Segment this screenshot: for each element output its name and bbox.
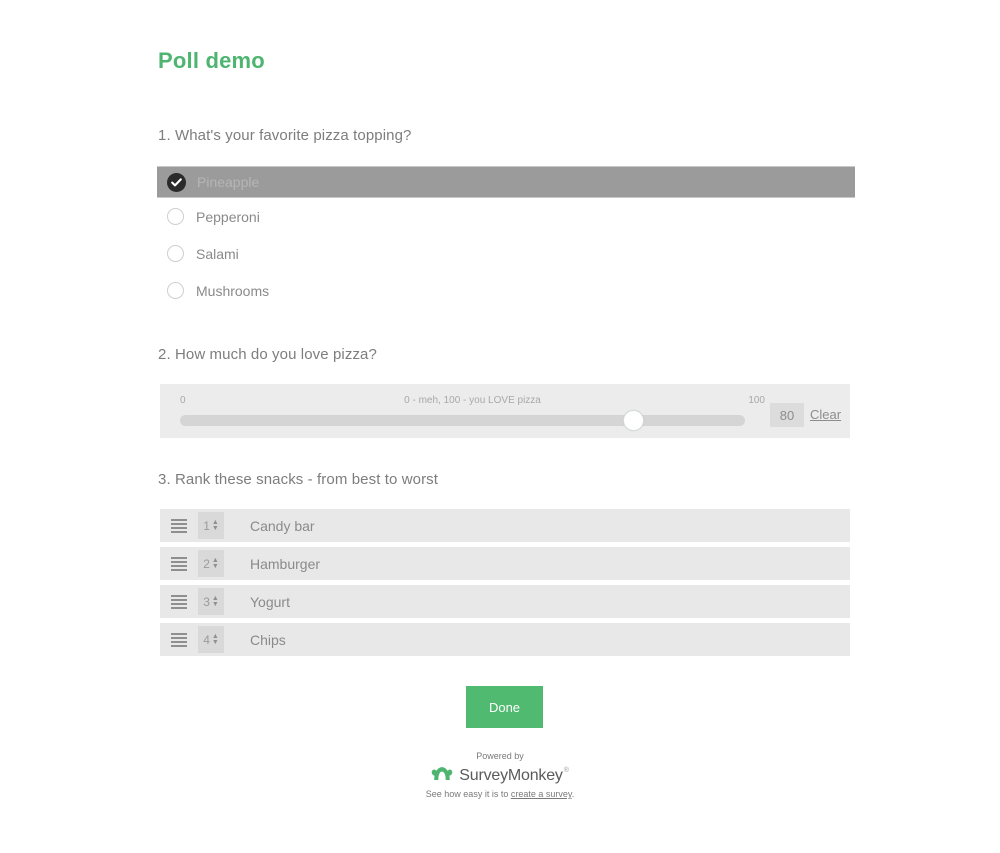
radio-unchecked-icon (167, 245, 184, 262)
radio-unchecked-icon (167, 208, 184, 225)
drag-handle-icon[interactable] (160, 509, 198, 542)
create-survey-link[interactable]: create a survey (511, 789, 572, 799)
drag-handle-icon[interactable] (160, 585, 198, 618)
brand-name: SurveyMonkey® (459, 766, 569, 784)
done-button[interactable]: Done (466, 686, 543, 728)
tagline-suffix: . (571, 789, 575, 799)
tagline-prefix: See how easy it is to (425, 789, 511, 799)
rank-number: 4 (203, 632, 210, 647)
rank-stepper[interactable]: 3 ▲ ▼ (198, 588, 224, 615)
powered-by-label: Powered by (476, 751, 524, 761)
stepper-arrows-icon[interactable]: ▲ ▼ (212, 633, 219, 646)
choice-label: Pepperoni (196, 208, 260, 225)
rank-row[interactable]: 4 ▲ ▼ Chips (160, 623, 850, 656)
choice-label: Salami (196, 245, 239, 262)
question-1-text: 1. What's your favorite pizza topping? (158, 127, 412, 144)
rank-stepper[interactable]: 4 ▲ ▼ (198, 626, 224, 653)
rank-row[interactable]: 1 ▲ ▼ Candy bar (160, 509, 850, 542)
choice-label: Pineapple (197, 174, 260, 190)
rank-number: 1 (203, 518, 210, 533)
stepper-arrows-icon[interactable]: ▲ ▼ (212, 595, 219, 608)
question-3-rank-list: 1 ▲ ▼ Candy bar 2 ▲ ▼ Hamburger 3 ▲ ▼ Yogu (160, 509, 850, 661)
drag-handle-icon[interactable] (160, 547, 198, 580)
slider-value[interactable]: 80 (770, 403, 804, 427)
slider-thumb[interactable] (623, 410, 644, 431)
rank-row[interactable]: 3 ▲ ▼ Yogurt (160, 585, 850, 618)
slider-area[interactable]: 0 0 - meh, 100 - you LOVE pizza 100 (180, 384, 765, 438)
choice-option-mushrooms[interactable]: Mushrooms (157, 272, 855, 309)
check-icon (167, 172, 186, 192)
rank-label: Yogurt (250, 593, 290, 610)
slider-caption: 0 - meh, 100 - you LOVE pizza (404, 395, 541, 406)
slider-clear-link[interactable]: Clear (810, 407, 841, 422)
question-3-text: 3. Rank these snacks - from best to wors… (158, 471, 439, 488)
rank-label: Candy bar (250, 517, 315, 534)
rank-number: 2 (203, 556, 210, 571)
rank-label: Chips (250, 631, 286, 648)
survey-page: Poll demo 1. What's your favorite pizza … (0, 0, 1000, 853)
stepper-arrows-icon[interactable]: ▲ ▼ (212, 557, 219, 570)
trademark-symbol: ® (563, 766, 569, 774)
page-title: Poll demo (158, 48, 265, 73)
slider-track[interactable] (180, 415, 745, 426)
slider-max-label: 100 (748, 395, 765, 406)
choice-option-pineapple[interactable]: Pineapple (157, 166, 855, 198)
rank-label: Hamburger (250, 555, 321, 572)
question-2-text: 2. How much do you love pizza? (158, 346, 377, 363)
rank-stepper[interactable]: 2 ▲ ▼ (198, 550, 224, 577)
drag-handle-icon[interactable] (160, 623, 198, 656)
rank-row[interactable]: 2 ▲ ▼ Hamburger (160, 547, 850, 580)
choice-option-pepperoni[interactable]: Pepperoni (157, 198, 855, 235)
stepper-arrows-icon[interactable]: ▲ ▼ (212, 519, 219, 532)
rank-stepper[interactable]: 1 ▲ ▼ (198, 512, 224, 539)
choice-option-salami[interactable]: Salami (157, 235, 855, 272)
question-1-choice-list: Pineapple Pepperoni Salami Mushrooms (157, 166, 855, 309)
choice-label: Mushrooms (196, 282, 270, 299)
rank-number: 3 (203, 594, 210, 609)
surveymonkey-logo-icon (431, 765, 453, 786)
footer: Powered by SurveyMonkey® See how easy it… (0, 751, 1000, 799)
brand-row: SurveyMonkey® (0, 765, 1000, 786)
question-2-slider-panel: 0 0 - meh, 100 - you LOVE pizza 100 80 C… (160, 384, 850, 438)
radio-unchecked-icon (167, 282, 184, 299)
footer-tagline: See how easy it is to create a survey. (0, 789, 1000, 799)
